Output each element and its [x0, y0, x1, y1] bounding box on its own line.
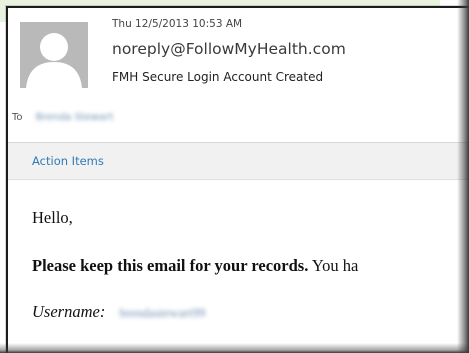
action-items-bar: Action Items [8, 143, 469, 180]
action-items-link[interactable]: Action Items [32, 154, 104, 168]
recipient-name[interactable]: Brenda Stewart [36, 112, 114, 123]
username-row: Username: brendastewart99 [32, 302, 205, 322]
sender-address[interactable]: noreply@FollowMyHealth.com [112, 40, 346, 58]
username-label: Username: [32, 302, 106, 321]
message-subject: FMH Secure Login Account Created [112, 70, 324, 84]
username-value: brendastewart99 [119, 305, 206, 321]
email-reading-pane: Thu 12/5/2013 10:53 AM noreply@FollowMyH… [6, 6, 469, 353]
to-label: To [12, 112, 23, 123]
frame-shadow-bottom [0, 343, 469, 353]
message-date: Thu 12/5/2013 10:53 AM [112, 18, 243, 30]
records-bold-text: Please keep this email for your records. [32, 256, 309, 275]
records-paragraph: Please keep this email for your records.… [32, 256, 358, 276]
sender-avatar [20, 22, 88, 88]
frame-shadow-right [457, 0, 469, 353]
screenshot-canvas: Thu 12/5/2013 10:53 AM noreply@FollowMyH… [0, 0, 469, 353]
records-rest-text: You ha [311, 256, 359, 275]
greeting-text: Hello, [32, 208, 73, 227]
person-silhouette-icon [20, 22, 88, 88]
recipient-row: To Brenda Stewart [12, 112, 113, 124]
